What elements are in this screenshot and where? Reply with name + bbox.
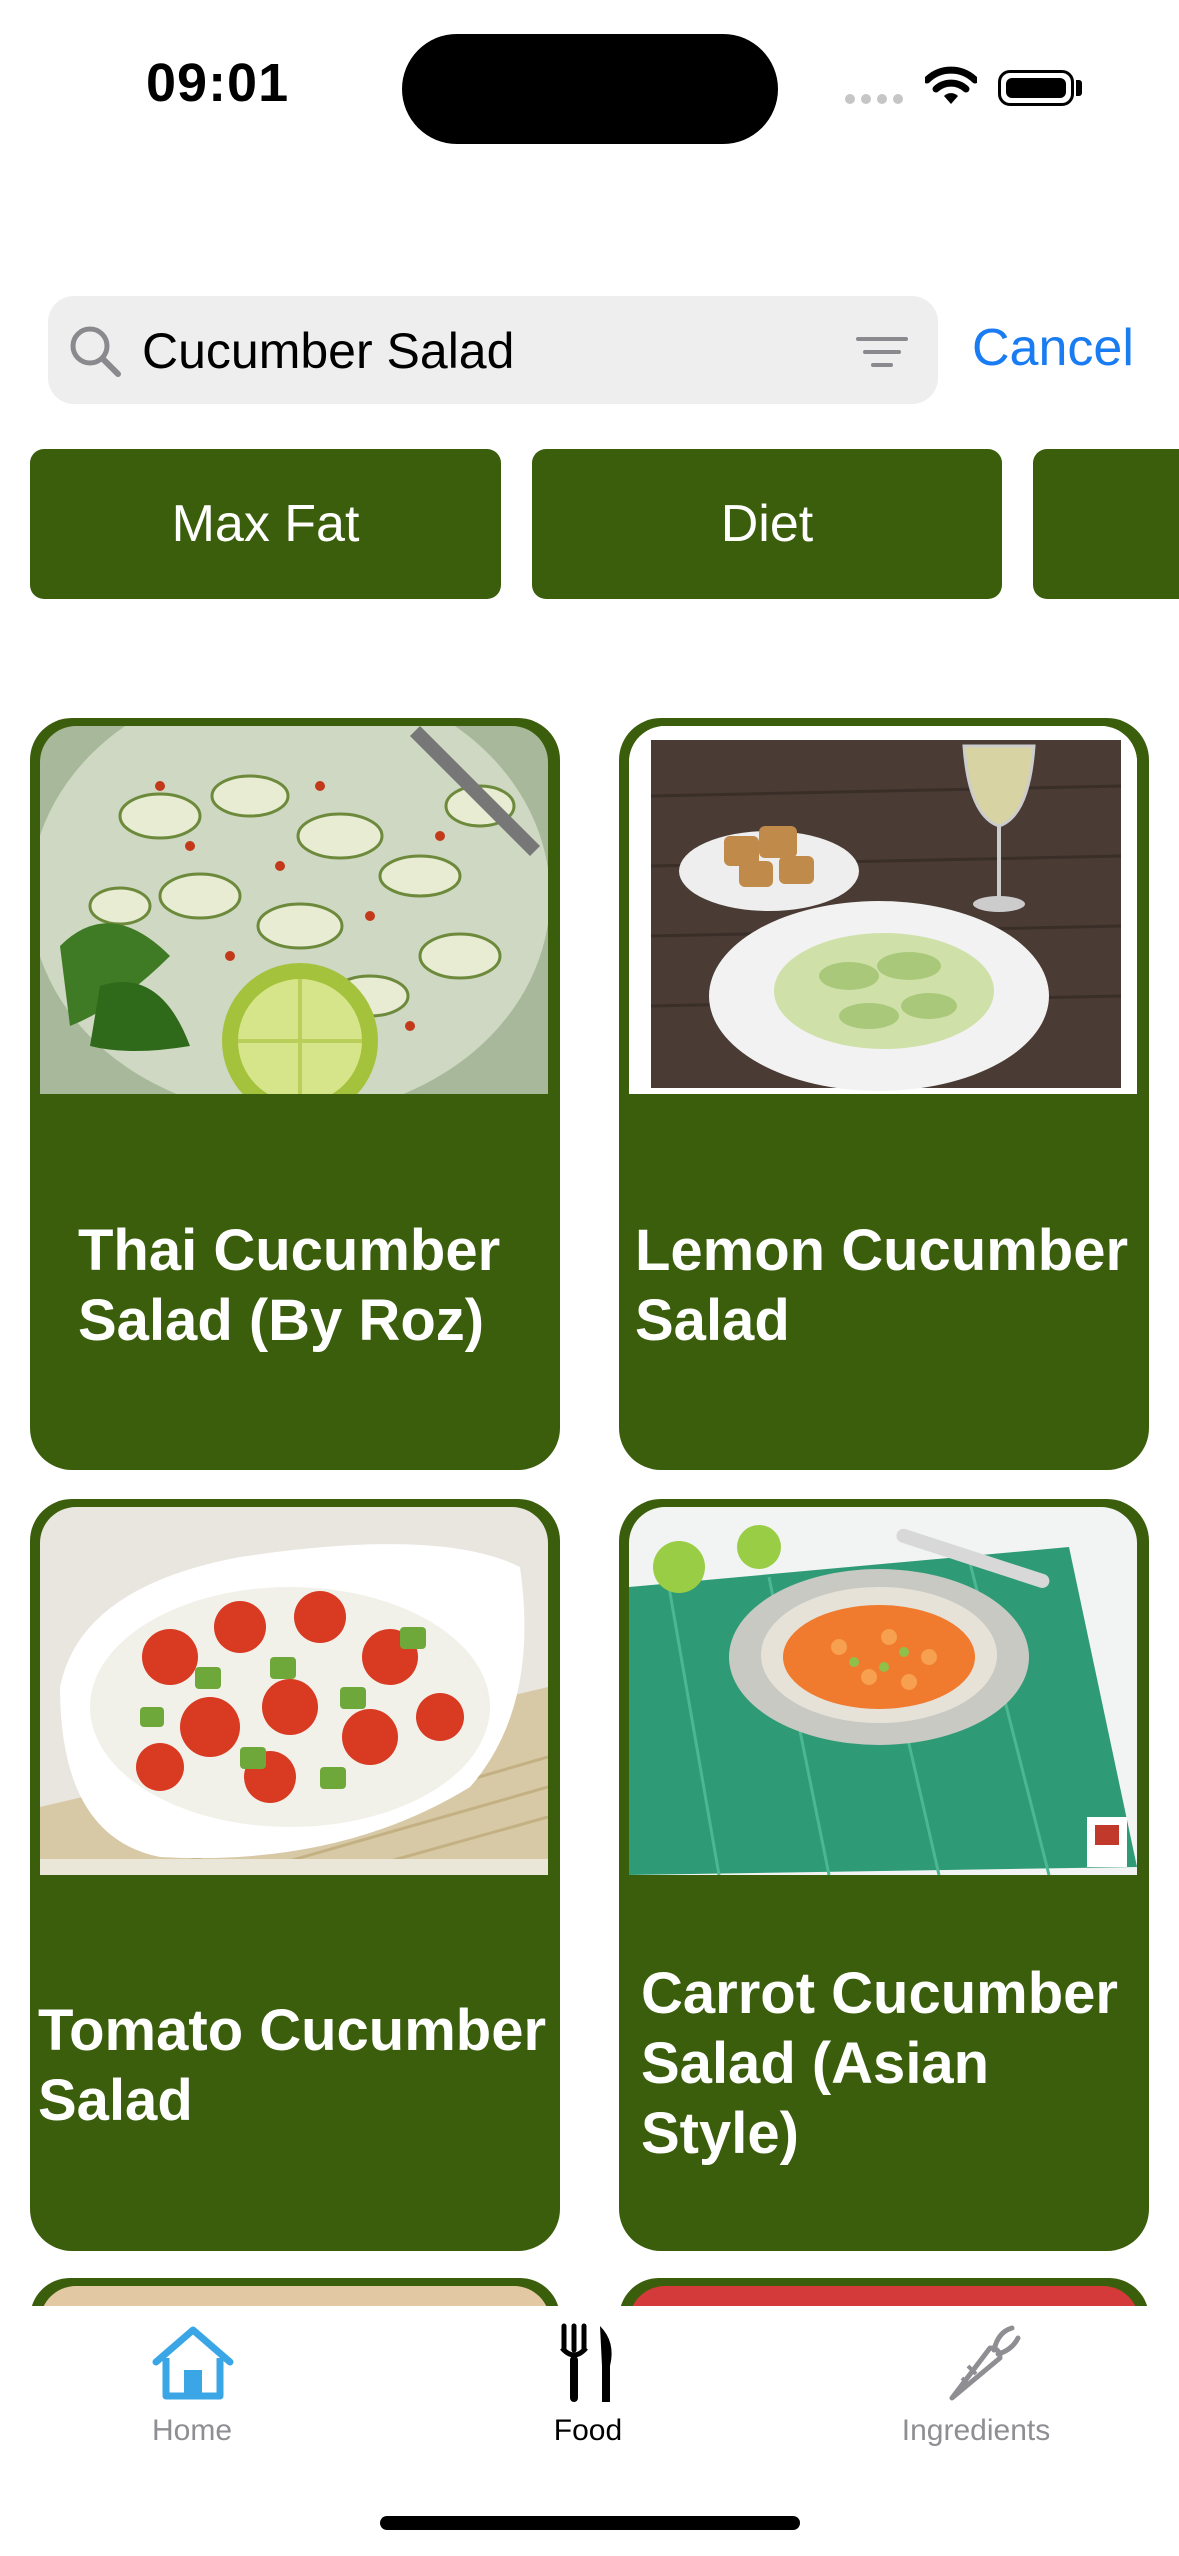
recipe-card[interactable]: Thai Cucumber Salad (By Roz) xyxy=(30,718,560,1470)
filter-chip-max-fat[interactable]: Max Fat xyxy=(30,449,501,599)
wifi-icon xyxy=(923,66,979,111)
house-icon xyxy=(150,2324,236,2407)
recipe-card[interactable]: Lemon Cucumber Salad xyxy=(619,718,1149,1470)
filter-chip-partial[interactable]: I xyxy=(1033,449,1179,599)
tab-home[interactable]: Home xyxy=(42,2306,342,2466)
search-bar[interactable]: Cucumber Salad xyxy=(48,296,938,404)
filter-icon[interactable] xyxy=(856,336,908,373)
recipe-title: Tomato Cucumber Salad xyxy=(38,1998,547,2133)
carrot-icon xyxy=(938,2322,1022,2411)
recipe-title: Lemon Cucumber Salad xyxy=(635,1218,1129,1353)
recipe-card[interactable]: Tomato Cucumber Salad xyxy=(30,1499,560,2251)
recipe-card[interactable]: Carrot Cucumber Salad (Asian Style) xyxy=(619,1499,1149,2251)
tab-ingredients-label: Ingredients xyxy=(901,2414,1051,2447)
dynamic-island xyxy=(402,34,778,144)
recipe-image xyxy=(629,726,1137,1094)
recipe-title: Carrot Cucumber Salad (Asian Style) xyxy=(641,1961,1118,2166)
tab-food-label: Food xyxy=(553,2414,623,2447)
fork-knife-icon xyxy=(560,2322,616,2409)
recipe-image xyxy=(40,1507,548,1875)
cancel-button[interactable]: Cancel xyxy=(972,318,1134,378)
search-icon xyxy=(68,324,124,385)
tab-home-label: Home xyxy=(151,2414,233,2447)
filter-chip-diet[interactable]: Diet xyxy=(532,449,1002,599)
status-time: 09:01 xyxy=(146,53,290,113)
recipe-image xyxy=(40,726,548,1094)
recipe-title: Thai Cucumber Salad (By Roz) xyxy=(78,1218,501,1353)
tab-ingredients[interactable]: Ingredients xyxy=(826,2306,1126,2466)
search-input[interactable]: Cucumber Salad xyxy=(142,322,514,380)
cellular-signal-icon xyxy=(845,94,905,106)
recipe-image xyxy=(629,1507,1137,1875)
battery-icon xyxy=(998,70,1074,106)
home-indicator xyxy=(380,2516,800,2530)
tab-food[interactable]: Food xyxy=(438,2306,738,2466)
